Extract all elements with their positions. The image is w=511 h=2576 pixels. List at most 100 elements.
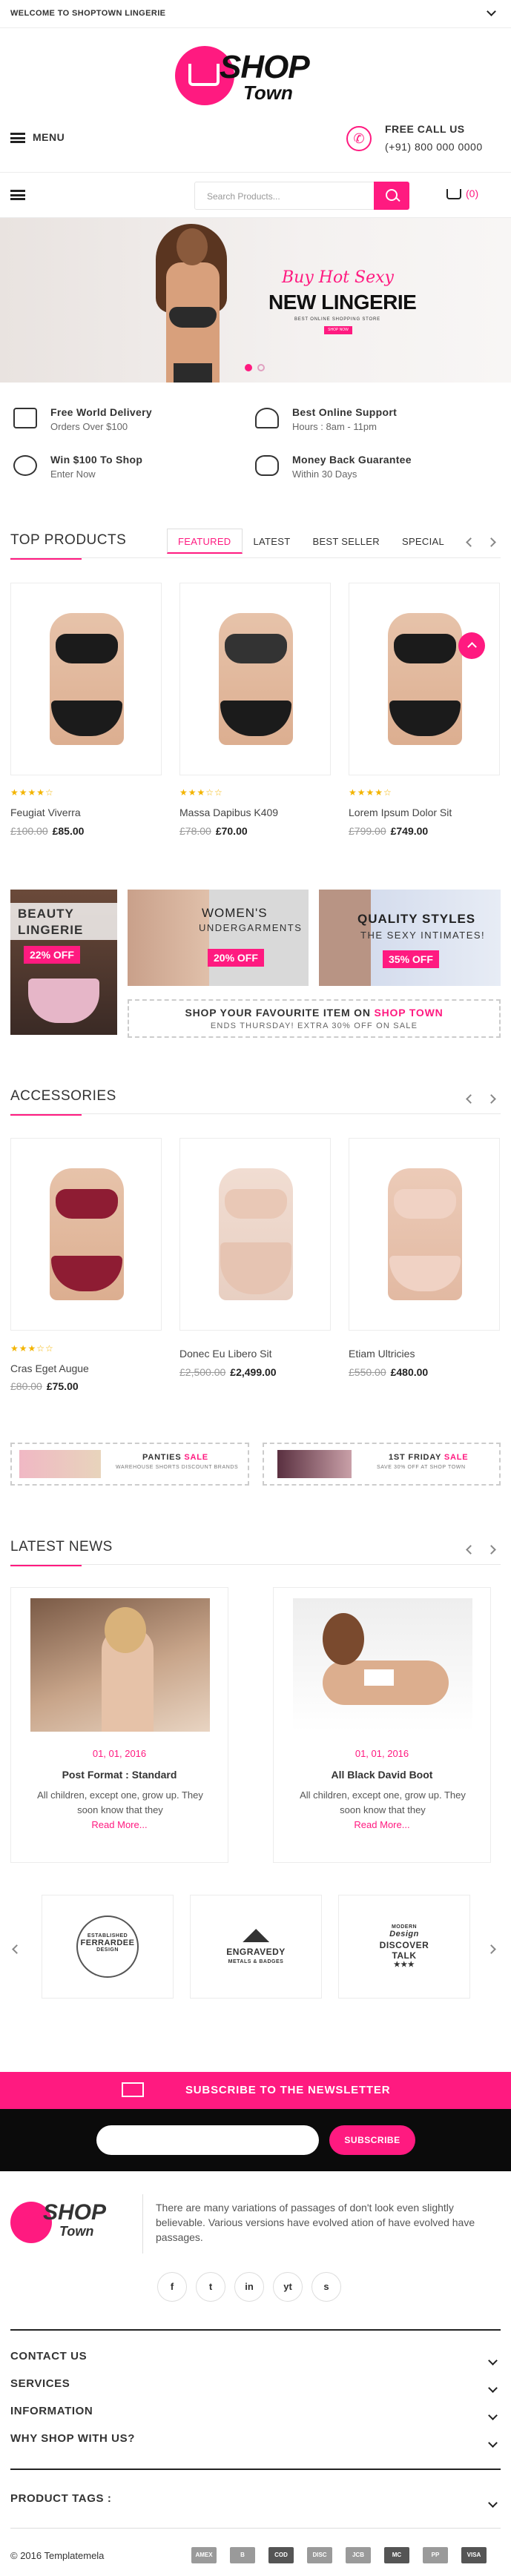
hero-slider[interactable]: Buy Hot Sexy NEW LINGERIE BEST ONLINE SH… (0, 218, 511, 383)
product-price: £799.00 £749.00 (349, 825, 428, 837)
twitter-icon[interactable]: t (196, 2272, 225, 2302)
slider-dot-active[interactable] (245, 364, 252, 371)
accordion-contact[interactable]: CONTACT US (10, 2350, 501, 2378)
accordion-label: SERVICES (10, 2377, 70, 2390)
sale-sub: WAREHOUSE SHORTS DISCOUNT BRANDS (116, 1465, 239, 1470)
discount-tag: 20% OFF (208, 949, 264, 967)
divider (10, 2469, 501, 2470)
news-title[interactable]: All Black David Boot (274, 1769, 490, 1781)
next-arrow-icon[interactable] (487, 1094, 496, 1104)
accordion-why-shop[interactable]: WHY SHOP WITH US? (10, 2432, 501, 2460)
scroll-top-button[interactable] (458, 632, 485, 659)
next-arrow-icon[interactable] (487, 1944, 496, 1954)
next-arrow-icon[interactable] (487, 537, 496, 547)
linkedin-icon[interactable]: in (234, 2272, 264, 2302)
promo-banner-women[interactable]: WOMEN'S UNDERGARMENTS 20% OFF (128, 890, 309, 986)
promo-line: QUALITY STYLES (357, 912, 476, 926)
mountain-icon (243, 1929, 269, 1942)
news-title[interactable]: Post Format : Standard (11, 1769, 228, 1781)
feature-desc: Enter Now (50, 468, 96, 480)
newsletter-email-input[interactable] (96, 2125, 319, 2155)
accordion-services[interactable]: SERVICES (10, 2377, 501, 2406)
product-price: £550.00 £480.00 (349, 1366, 428, 1378)
youtube-icon[interactable]: yt (273, 2272, 303, 2302)
tab-featured[interactable]: FEATURED (167, 529, 243, 554)
product-name[interactable]: Cras Eget Augue (10, 1363, 89, 1374)
cart-button[interactable]: (0) (446, 188, 479, 200)
cart-count: (0) (466, 188, 479, 199)
accessories-heading: ACCESSORIES (10, 1088, 116, 1116)
logo-word-town: Town (59, 2224, 94, 2239)
product-name[interactable]: Feugiat Viverra (10, 807, 81, 818)
footer-logo[interactable]: SHOP Town (10, 2199, 136, 2251)
rating-stars: ★★★★☆ (10, 787, 54, 798)
product-card[interactable] (349, 1138, 500, 1331)
chevron-down-icon[interactable] (487, 7, 496, 16)
product-tags-toggle[interactable]: PRODUCT TAGS : (10, 2492, 501, 2520)
news-card[interactable]: 01, 01, 2016 All Black David Boot All ch… (273, 1587, 491, 1863)
new-price: £480.00 (390, 1366, 429, 1378)
facebook-icon[interactable]: f (157, 2272, 187, 2302)
tab-latest[interactable]: LATEST (243, 529, 302, 554)
brand-logo[interactable]: MODERN Design DISCOVER TALK ★★★ (338, 1895, 470, 1999)
new-price: £70.00 (215, 825, 248, 837)
prev-arrow-icon[interactable] (466, 1094, 475, 1104)
product-image (225, 634, 287, 663)
banner-image (19, 1450, 101, 1478)
promo-strip[interactable]: SHOP YOUR FAVOURITE ITEM ON SHOP TOWN EN… (128, 999, 501, 1038)
subscribe-button[interactable]: SUBSCRIBE (329, 2125, 415, 2155)
read-more-link[interactable]: Read More... (274, 1819, 490, 1830)
sale-banner-friday[interactable]: 1ST FRIDAY SALE SAVE 30% OFF AT SHOP TOW… (263, 1443, 501, 1486)
product-price: £80.00 £75.00 (10, 1380, 79, 1392)
promo-banner-quality[interactable]: QUALITY STYLES THE SEXY INTIMATES! 35% O… (319, 890, 501, 986)
prev-arrow-icon[interactable] (466, 537, 475, 547)
chevron-down-icon (488, 2383, 498, 2393)
piggy-bank-icon (13, 455, 37, 476)
product-card[interactable] (179, 1138, 331, 1331)
strip-sub: ENDS THURSDAY! EXTRA 30% OFF ON SALE (210, 1022, 418, 1030)
accordion-information[interactable]: INFORMATION (10, 2405, 501, 2433)
menu-toggle[interactable]: MENU (10, 131, 65, 144)
sale-banner-panties[interactable]: PANTIES SALE WAREHOUSE SHORTS DISCOUNT B… (10, 1443, 249, 1486)
product-name[interactable]: Lorem Ipsum Dolor Sit (349, 807, 452, 818)
rating-stars: ★★★★☆ (349, 787, 392, 798)
envelope-icon (122, 2082, 144, 2097)
search-button[interactable] (374, 182, 409, 210)
product-name[interactable]: Etiam Ultricies (349, 1348, 415, 1360)
feature-title: Best Online Support (292, 406, 398, 418)
brand-logo[interactable]: ENGRAVEDY METALS & BADGES (190, 1895, 322, 1999)
news-date: 01, 01, 2016 (92, 1748, 147, 1759)
bitcoin-icon: B (230, 2547, 255, 2563)
prev-arrow-icon[interactable] (12, 1944, 22, 1954)
hero-script: Buy Hot Sexy (282, 268, 394, 287)
product-card[interactable] (179, 583, 331, 775)
news-card[interactable]: 01, 01, 2016 Post Format : Standard All … (10, 1587, 228, 1863)
category-menu-icon[interactable] (10, 190, 25, 200)
read-more-link[interactable]: Read More... (11, 1819, 228, 1830)
product-card[interactable] (10, 1138, 162, 1331)
brand-logo[interactable]: ESTABLISHED FERRARDEE DESIGN (42, 1895, 174, 1999)
tab-special[interactable]: SPECIAL (391, 529, 455, 554)
skype-icon[interactable]: s (311, 2272, 341, 2302)
slider-dot[interactable] (257, 364, 265, 371)
footer-about: There are many variations of passages of… (156, 2202, 475, 2243)
cod-icon: COD (268, 2547, 294, 2563)
divider (10, 1113, 501, 1114)
product-name[interactable]: Massa Dapibus K409 (179, 807, 278, 818)
promo-line: WOMEN'S (202, 906, 268, 920)
product-image (394, 634, 456, 663)
search-input[interactable]: Search Products... (207, 191, 280, 202)
promo-banner-beauty[interactable]: BEAUTY LINGERIE 22% OFF (10, 890, 117, 1035)
call-number[interactable]: (+91) 800 000 0000 (385, 141, 483, 153)
product-card[interactable] (10, 583, 162, 775)
tab-best-seller[interactable]: BEST SELLER (301, 529, 391, 554)
prev-arrow-icon[interactable] (466, 1545, 475, 1554)
site-logo[interactable]: SHOP Town (175, 46, 337, 113)
product-card[interactable] (349, 583, 500, 775)
next-arrow-icon[interactable] (487, 1545, 496, 1554)
hero-cta-button[interactable]: SHOP NOW (324, 326, 352, 334)
feature-desc: Hours : 8am - 11pm (292, 421, 377, 432)
brand-name: FERRARDEE (80, 1938, 135, 1947)
feature-delivery: Free World Delivery Orders Over $100 (13, 403, 258, 437)
product-name[interactable]: Donec Eu Libero Sit (179, 1348, 272, 1360)
